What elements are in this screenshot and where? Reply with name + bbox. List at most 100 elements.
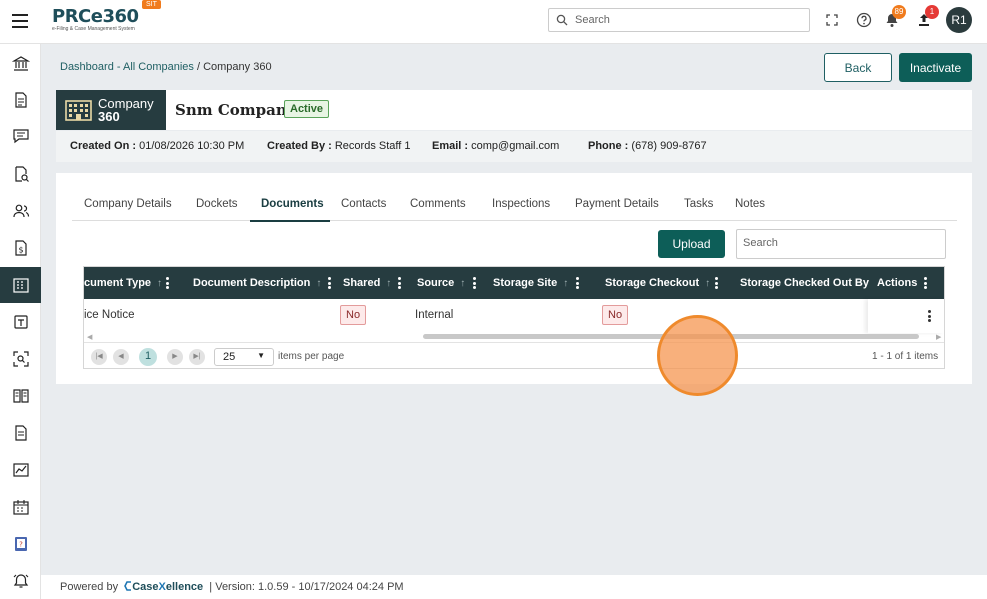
active-tab-indicator — [250, 220, 330, 222]
scroll-right-icon[interactable]: ▶ — [936, 333, 941, 341]
footer-brand[interactable]: CaseXellence — [132, 581, 203, 593]
page-size-select[interactable]: 25 ▼ — [214, 348, 274, 366]
current-page[interactable]: 1 — [139, 348, 157, 366]
tab-tasks[interactable]: Tasks — [684, 198, 713, 210]
sidebar-item-notes[interactable] — [0, 304, 41, 340]
tab-payment-details[interactable]: Payment Details — [575, 198, 659, 210]
upload-button[interactable]: Upload — [658, 230, 725, 258]
sort-arrow-icon[interactable]: ↑ — [316, 278, 321, 289]
company-name: Snm Company — [175, 101, 296, 119]
global-search[interactable] — [548, 8, 810, 32]
sidebar-item-companies[interactable] — [0, 267, 41, 303]
created-on-info: Created On : 01/08/2026 10:30 PM — [70, 140, 244, 152]
sidebar-item-scan[interactable] — [0, 341, 41, 377]
documents-search-input[interactable] — [743, 237, 938, 249]
sidebar-item-alarms[interactable] — [0, 563, 41, 599]
tab-dockets[interactable]: Dockets — [196, 198, 238, 210]
column-header-label: Shared — [343, 277, 381, 289]
back-button[interactable]: Back — [824, 53, 892, 82]
sidebar-item-help[interactable]: ? — [0, 526, 41, 562]
brand-part-b: X — [158, 581, 166, 593]
sort-arrow-icon[interactable]: ↑ — [157, 278, 162, 289]
pager-summary: 1 - 1 of 1 items — [872, 351, 939, 362]
column-header-label: Storage Checked Out By — [740, 277, 869, 289]
uploads-badge: 1 — [925, 5, 939, 19]
powered-by-label: Powered by — [60, 581, 119, 593]
env-tag: SIT — [142, 0, 161, 9]
table-row[interactable]: ice Notice No Internal No — [84, 299, 944, 333]
column-menu-icon[interactable] — [715, 277, 719, 291]
avatar[interactable]: R1 — [946, 7, 972, 33]
column-menu-icon[interactable] — [328, 277, 332, 291]
fullscreen-icon[interactable] — [824, 12, 840, 28]
tab-documents[interactable]: Documents — [261, 198, 324, 210]
items-per-page-label: items per page — [278, 351, 345, 362]
column-menu-icon[interactable] — [166, 277, 170, 291]
footer: Powered by CaseXellence | Version: 1.0.5… — [41, 575, 987, 599]
column-menu-icon[interactable] — [576, 277, 580, 291]
created-by-label: Created By : — [267, 140, 332, 152]
sidebar-item-messages[interactable] — [0, 118, 41, 154]
column-header-document-description[interactable]: Document Description ↑ — [193, 277, 321, 289]
sidebar-item-files[interactable] — [0, 415, 41, 451]
company-building-icon — [65, 100, 92, 121]
column-header-storage-site[interactable]: Storage Site ↑ — [493, 277, 568, 289]
first-page-icon[interactable]: |◀ — [91, 349, 107, 365]
sort-arrow-icon[interactable]: ↑ — [563, 278, 568, 289]
notifications-button[interactable]: 89 — [884, 5, 906, 28]
email-value: comp@gmail.com — [471, 140, 560, 152]
column-header-shared[interactable]: Shared ↑ — [343, 277, 391, 289]
column-menu-icon[interactable] — [473, 277, 477, 291]
sidebar-item-documents[interactable] — [0, 82, 41, 118]
sidebar-item-library[interactable] — [0, 378, 41, 414]
sidebar-item-users[interactable] — [0, 193, 41, 229]
tab-notes[interactable]: Notes — [735, 198, 765, 210]
next-page-icon[interactable]: ▶ — [167, 349, 183, 365]
row-actions-menu-icon[interactable] — [928, 310, 931, 324]
sort-arrow-icon[interactable]: ↑ — [386, 278, 391, 289]
tab-company-details[interactable]: Company Details — [84, 198, 172, 210]
company-360-tag: Company 360 — [56, 90, 166, 130]
column-header-label: Storage Site — [493, 277, 558, 289]
column-header-document-type[interactable]: cument Type ↑ — [84, 277, 162, 289]
phone-label: Phone : — [588, 140, 629, 152]
documents-search[interactable] — [736, 229, 946, 259]
prev-page-icon[interactable]: ◀ — [113, 349, 129, 365]
column-menu-icon[interactable] — [398, 277, 402, 291]
top-bar: PRCe360 e-Filing & Case Management Syste… — [0, 0, 987, 44]
column-header-source[interactable]: Source ↑ — [417, 277, 465, 289]
breadcrumb-separator: / — [193, 61, 204, 73]
column-menu-icon[interactable] — [924, 277, 928, 291]
last-page-icon[interactable]: ▶| — [189, 349, 205, 365]
sidebar-item-calendar[interactable] — [0, 489, 41, 525]
sidebar: $ ? — [0, 44, 41, 599]
column-header-label: Source — [417, 277, 455, 289]
sidebar-item-reports[interactable] — [0, 452, 41, 488]
app-logo[interactable]: PRCe360 e-Filing & Case Management Syste… — [52, 0, 161, 32]
tab-comments[interactable]: Comments — [410, 198, 466, 210]
tab-contacts[interactable]: Contacts — [341, 198, 386, 210]
inactivate-button[interactable]: Inactivate — [899, 53, 972, 82]
horizontal-scrollbar[interactable]: ◀ ▶ — [84, 333, 944, 341]
uploads-button[interactable]: 1 — [916, 5, 939, 28]
scroll-left-icon[interactable]: ◀ — [87, 333, 92, 341]
column-header-storage-checked-out-by[interactable]: Storage Checked Out By — [740, 277, 869, 289]
sort-arrow-icon[interactable]: ↑ — [460, 278, 465, 289]
help-icon[interactable] — [856, 12, 872, 28]
menu-icon[interactable] — [12, 14, 28, 28]
tab-bar: Company Details Dockets Documents Contac… — [72, 191, 957, 222]
column-header-storage-checkout[interactable]: Storage Checkout ↑ — [605, 277, 710, 289]
sort-arrow-icon[interactable]: ↑ — [705, 278, 710, 289]
cell-document-type: ice Notice — [84, 309, 135, 321]
sidebar-item-document-search[interactable] — [0, 156, 41, 192]
tab-inspections[interactable]: Inspections — [492, 198, 550, 210]
breadcrumb-link-companies[interactable]: Dashboard - All Companies — [60, 61, 194, 73]
sidebar-item-payments[interactable]: $ — [0, 230, 41, 266]
created-by-value: Records Staff 1 — [334, 140, 411, 152]
column-header-label: cument Type — [84, 277, 152, 289]
book-icon — [12, 389, 29, 403]
global-search-input[interactable] — [575, 12, 805, 28]
status-badge: Active — [284, 100, 330, 118]
sidebar-item-bank[interactable] — [0, 46, 41, 82]
storage-checkout-badge: No — [602, 305, 629, 325]
